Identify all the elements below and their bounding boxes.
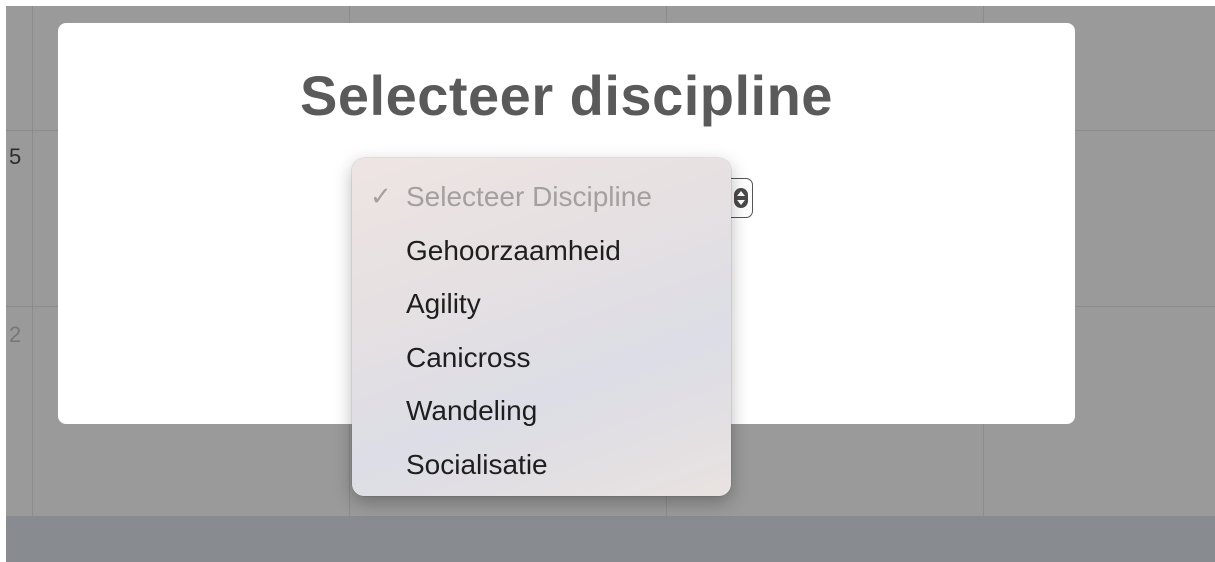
app-background: 5 2 Selecteer discipline ✓ Selecteer Dis…: [6, 6, 1215, 562]
calendar-grid-line: [32, 6, 33, 516]
footer-bar: [6, 516, 1215, 562]
menu-item-agility[interactable]: Agility: [352, 277, 731, 331]
modal-title: Selecteer discipline: [300, 64, 833, 127]
menu-item-gehoorzaamheid[interactable]: Gehoorzaamheid: [352, 224, 731, 278]
menu-item-label: Wandeling: [406, 395, 538, 426]
calendar-day-number[interactable]: 2: [9, 322, 21, 348]
menu-item-socialisatie[interactable]: Socialisatie: [352, 438, 731, 492]
menu-item-label: Selecteer Discipline: [406, 181, 652, 212]
menu-item-label: Gehoorzaamheid: [406, 234, 621, 266]
checkmark-icon: ✓: [370, 181, 392, 211]
menu-item-wandeling[interactable]: Wandeling: [352, 384, 731, 438]
updown-chevron-icon: [734, 188, 748, 208]
calendar-day-number[interactable]: 5: [9, 144, 21, 170]
menu-item-canicross[interactable]: Canicross: [352, 331, 731, 385]
menu-item-selecteer-discipline: ✓ Selecteer Discipline: [352, 170, 731, 224]
menu-item-label: Agility: [406, 288, 481, 319]
menu-item-label: Canicross: [406, 341, 531, 373]
discipline-dropdown-menu[interactable]: ✓ Selecteer Discipline Gehoorzaamheid Ag…: [352, 158, 731, 496]
menu-item-label: Socialisatie: [406, 448, 548, 480]
